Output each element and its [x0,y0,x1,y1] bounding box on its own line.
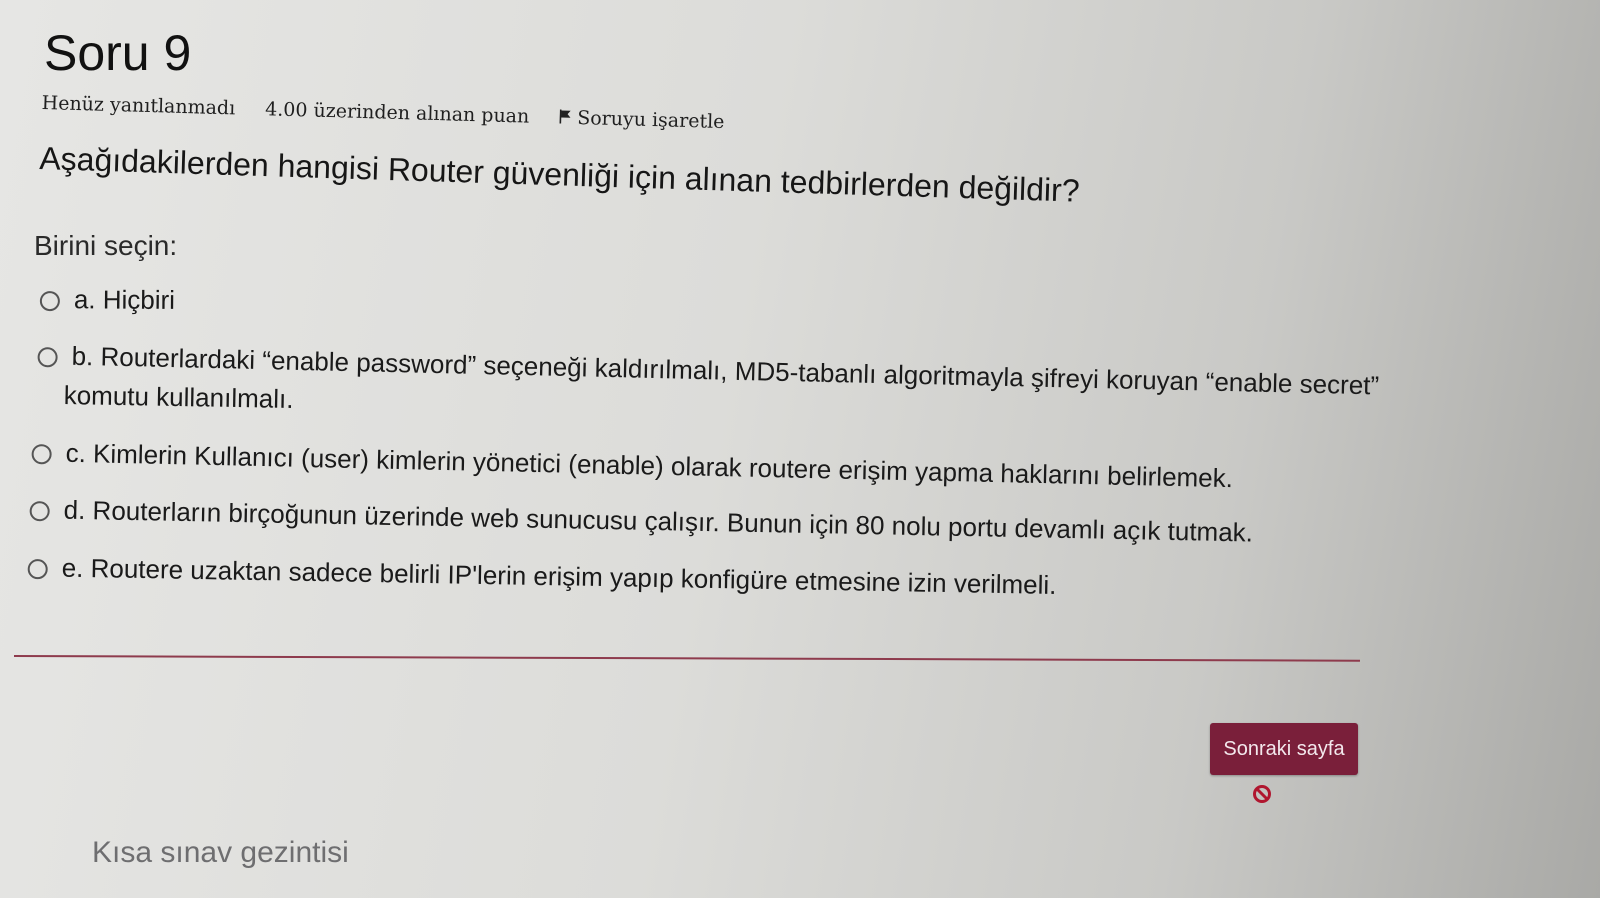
quiz-navigation-heading[interactable]: Kısa sınav gezintisi [92,836,349,870]
next-page-button[interactable]: Sonraki sayfa [1210,723,1358,775]
answer-option-c[interactable]: c. Kimlerin Kullanıcı (user) kimlerin yö… [31,437,1233,494]
question-text: Aşağıdakilerden hangisi Router güvenliği… [38,140,1081,209]
answer-option-b[interactable]: b. Routerlardaki “enable password” seçen… [37,340,1379,401]
answer-label-b-continued: komutu kullanılmalı. [63,380,294,415]
question-title: Soru 9 [44,25,192,81]
radio-button-b[interactable] [37,346,58,368]
section-divider [13,655,1360,662]
answer-label-a: a. Hiçbiri [73,284,176,315]
radio-button-e[interactable] [27,558,48,580]
answer-option-d[interactable]: d. Routerların birçoğunun üzerinde web s… [29,494,1253,548]
blocked-icon [1252,784,1272,804]
answer-list: a. Hiçbiri b. Routerlardaki “enable pass… [0,0,1600,898]
flag-icon [559,109,571,127]
answer-label-d: d. Routerların birçoğunun üzerinde web s… [63,494,1254,548]
answer-label-c: c. Kimlerin Kullanıcı (user) kimlerin yö… [65,437,1234,494]
answer-prompt: Birini seçin: [34,230,178,261]
question-info: Henüz yanıtlanmadı 4.00 üzerinden alınan… [41,92,724,133]
answer-option-e[interactable]: e. Routere uzaktan sadece belirli IP'ler… [27,552,1057,601]
quiz-page: Soru 9 Henüz yanıtlanmadı 4.00 üzerinden… [0,0,1600,898]
flag-question-label: Soruyu işaretle [576,106,725,134]
question-score: 4.00 üzerinden alınan puan [264,98,530,128]
flag-question-link[interactable]: Soruyu işaretle [559,106,725,133]
radio-button-a[interactable] [39,290,60,312]
radio-button-d[interactable] [29,500,50,522]
answer-label-e: e. Routere uzaktan sadece belirli IP'ler… [61,552,1057,600]
radio-button-c[interactable] [31,443,52,465]
answer-label-b: b. Routerlardaki “enable password” seçen… [71,340,1380,401]
question-status: Henüz yanıtlanmadı [41,92,236,120]
answer-option-a[interactable]: a. Hiçbiri [39,284,176,316]
